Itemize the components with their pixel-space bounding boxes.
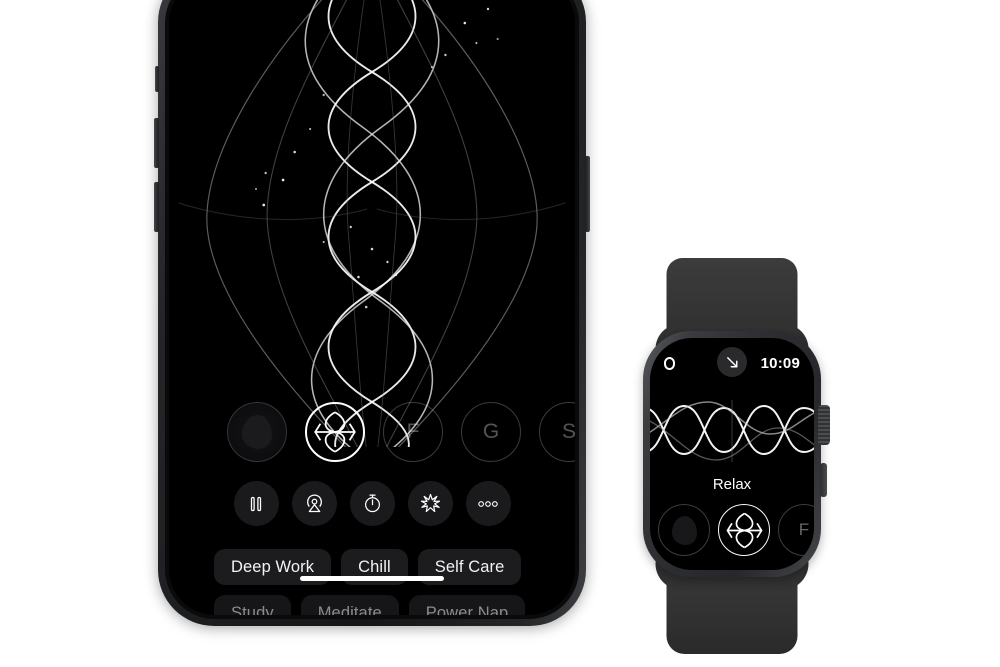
volume-up-button[interactable] <box>154 118 159 168</box>
iphone-screen[interactable]: F G S Deep Work Chill Self Care Study Me… <box>169 0 575 615</box>
genre-circle-orb[interactable] <box>227 402 287 462</box>
genre-circle-endel[interactable] <box>305 402 365 462</box>
orb-blob-icon <box>242 415 272 449</box>
power-button[interactable] <box>585 156 590 232</box>
endel-logo-icon <box>725 512 763 548</box>
timer-button[interactable] <box>349 481 395 526</box>
digital-crown[interactable] <box>818 405 830 445</box>
back-arrow-icon <box>726 356 737 367</box>
mood-chip-meditate[interactable]: Meditate <box>300 595 399 615</box>
now-playing-label: Relax <box>712 476 752 493</box>
orb-blob-icon <box>671 515 697 545</box>
watch-genre-circle-focus[interactable]: F <box>778 504 814 556</box>
watch-genre-selector[interactable]: F <box>650 504 814 556</box>
soundscape-wave-visualization <box>650 390 814 472</box>
silent-switch[interactable] <box>155 66 159 92</box>
watch-case: 10:09 Relax F <box>643 331 830 577</box>
watch-screen[interactable]: 10:09 Relax F <box>650 338 814 570</box>
more-button[interactable] <box>465 481 511 526</box>
home-indicator[interactable] <box>300 575 444 581</box>
generative-soundscape-visualization <box>169 0 575 447</box>
volume-down-button[interactable] <box>154 182 159 232</box>
endel-logo-icon <box>314 411 356 453</box>
screenshot-canvas: F G S Deep Work Chill Self Care Study Me… <box>0 0 1000 667</box>
watch-genre-circle-orb[interactable] <box>658 504 710 556</box>
airplay-button[interactable] <box>291 481 337 526</box>
mood-chip-study[interactable]: Study <box>214 595 291 615</box>
back-button[interactable] <box>717 347 747 377</box>
ellipsis-icon <box>478 500 498 507</box>
apple-watch-device: 10:09 Relax F <box>616 258 848 654</box>
watch-status-bar: 10:09 <box>650 347 814 377</box>
playback-controls[interactable] <box>169 481 575 526</box>
genre-circle-guided[interactable]: G <box>461 402 521 462</box>
sparkle-burst-icon <box>420 493 440 513</box>
genre-circle-focus[interactable]: F <box>383 402 443 462</box>
iphone-bezel: F G S Deep Work Chill Self Care Study Me… <box>165 0 579 619</box>
pause-icon <box>250 496 262 511</box>
pause-button[interactable] <box>233 481 279 526</box>
watch-genre-label-focus: F <box>798 520 810 539</box>
side-button[interactable] <box>820 463 827 497</box>
genre-circle-sleep[interactable]: S <box>539 402 575 462</box>
genre-selector[interactable]: F G S <box>169 399 575 465</box>
stopwatch-icon <box>364 494 380 513</box>
airplay-icon <box>306 494 322 513</box>
genre-label-sleep: S <box>561 420 575 443</box>
mood-chip-list[interactable]: Deep Work Chill Self Care Study Meditate… <box>169 549 575 615</box>
mood-chip-power-nap[interactable]: Power Nap <box>408 595 526 615</box>
intensity-button[interactable] <box>407 481 453 526</box>
genre-label-guided: G <box>482 420 500 443</box>
iphone-device: F G S Deep Work Chill Self Care Study Me… <box>154 0 590 626</box>
app-status-icon <box>664 356 675 370</box>
watch-genre-circle-endel[interactable] <box>718 504 770 556</box>
watch-clock: 10:09 <box>760 354 800 372</box>
genre-label-focus: F <box>406 420 420 443</box>
